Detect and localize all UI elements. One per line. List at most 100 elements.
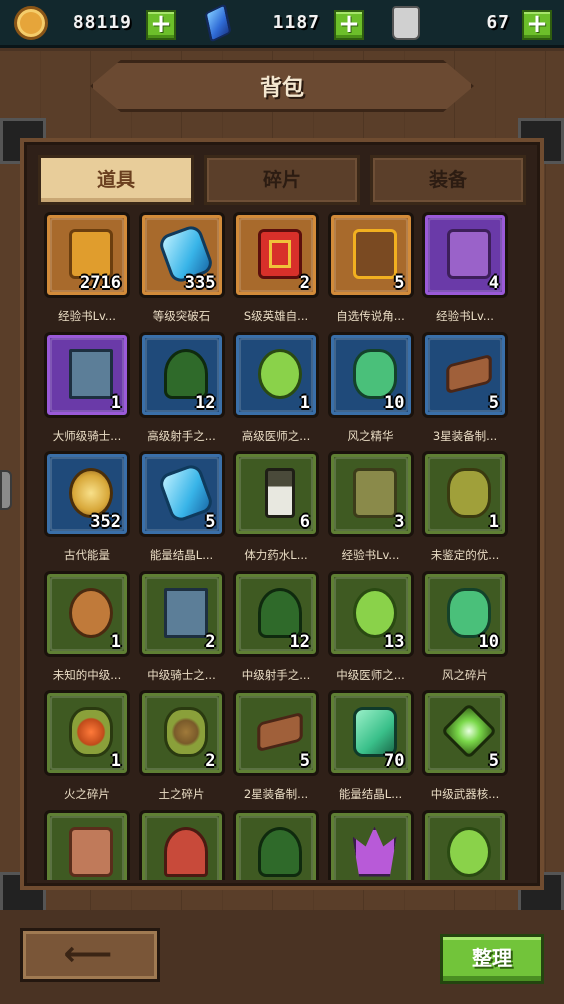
- item-card[interactable]: 5: [422, 331, 508, 418]
- pot-icon: [258, 348, 302, 399]
- item-card[interactable]: 12: [233, 570, 319, 657]
- item-card[interactable]: 5: [422, 690, 508, 776]
- inventory-item[interactable]: 1 未知的中级...: [40, 570, 134, 689]
- item-card[interactable]: 1: [44, 331, 130, 418]
- add-gold-button[interactable]: +: [146, 10, 176, 40]
- inventory-item[interactable]: 5 3星装备制...: [418, 331, 512, 450]
- item-card[interactable]: 2: [233, 212, 319, 298]
- sort-button[interactable]: 整理: [440, 934, 544, 984]
- inventory-item[interactable]: 2716 经验书Lv...: [40, 212, 134, 330]
- inventory-item[interactable]: 2 S级英雄自...: [229, 212, 323, 330]
- inventory-item[interactable]: 10 风之碎片: [418, 570, 512, 689]
- inventory-item[interactable]: 5 能量结晶L...: [135, 451, 229, 569]
- tab-items[interactable]: 道具: [38, 155, 194, 205]
- inventory-item[interactable]: 352 古代能量: [40, 451, 134, 569]
- item-card[interactable]: 1: [44, 570, 130, 657]
- inventory-item[interactable]: 335 等级突破石: [135, 212, 229, 330]
- gold-value: 88119: [72, 12, 132, 33]
- item-card[interactable]: 1: [233, 331, 319, 418]
- inventory-item[interactable]: 1 高级医师之...: [229, 331, 323, 450]
- item-count: 6: [299, 512, 310, 532]
- excl-icon: [352, 229, 397, 279]
- inventory-item[interactable]: 5 中级武器核...: [418, 690, 512, 808]
- item-count: 1: [110, 751, 121, 771]
- inventory-item[interactable]: 2 中级骑士之...: [135, 570, 229, 689]
- wind-icon: [352, 348, 397, 399]
- gemg-icon: [352, 707, 397, 757]
- item-card[interactable]: 335: [138, 212, 225, 298]
- inventory-item[interactable]: 1 未鉴定的优...: [418, 451, 512, 569]
- inventory-item[interactable]: 1 火之碎片: [40, 690, 134, 808]
- inventory-item[interactable]: 3 经验书Lv...: [324, 451, 418, 569]
- item-card[interactable]: 10: [422, 570, 508, 657]
- item-card[interactable]: 10: [327, 331, 414, 418]
- item-card[interactable]: [327, 809, 414, 880]
- inventory-item[interactable]: 1 大师级骑士...: [40, 331, 134, 450]
- item-card[interactable]: [44, 809, 130, 880]
- gift-icon: [258, 229, 302, 279]
- flask-icon: [265, 468, 295, 518]
- item-count: 10: [384, 392, 405, 413]
- item-name: 能量结晶L...: [338, 787, 403, 801]
- lotus-icon: [352, 826, 397, 877]
- item-name: 未鉴定的优...: [430, 548, 500, 562]
- item-count: 1: [299, 392, 310, 413]
- tab-equipment[interactable]: 装备: [370, 155, 526, 205]
- item-count: 12: [195, 392, 216, 413]
- inventory-item[interactable]: 12 高级射手之...: [135, 331, 229, 450]
- item-card[interactable]: 2716: [44, 212, 130, 298]
- inventory-item[interactable]: [40, 809, 134, 880]
- item-card[interactable]: [233, 809, 319, 880]
- fire-icon: [69, 707, 113, 757]
- item-card[interactable]: 5: [327, 212, 414, 298]
- inventory-item[interactable]: [418, 809, 512, 880]
- item-name: 风之碎片: [442, 667, 488, 682]
- item-count: 2: [205, 751, 216, 771]
- item-card[interactable]: 3: [327, 451, 414, 537]
- item-card[interactable]: 70: [327, 690, 414, 776]
- add-potion-button[interactable]: +: [522, 10, 552, 40]
- inventory-item[interactable]: 2 土之碎片: [135, 690, 229, 808]
- item-card[interactable]: [138, 809, 225, 880]
- item-card[interactable]: 2: [138, 570, 225, 657]
- item-count: 5: [394, 273, 405, 293]
- item-name: 中级骑士之...: [147, 667, 216, 682]
- item-card[interactable]: 1: [44, 690, 130, 776]
- item-card[interactable]: 5: [138, 451, 225, 537]
- item-card[interactable]: 12: [138, 331, 225, 418]
- item-card[interactable]: [422, 809, 508, 880]
- item-name: 中级医师之...: [336, 667, 405, 682]
- inventory-item[interactable]: [135, 809, 229, 880]
- tab-fragments[interactable]: 碎片: [204, 155, 360, 205]
- inventory-item[interactable]: [229, 809, 323, 880]
- item-card[interactable]: 2: [138, 690, 225, 776]
- add-gem-button[interactable]: +: [334, 10, 364, 40]
- item-name: 3星装备制...: [432, 428, 498, 443]
- inventory-item[interactable]: 6 体力药水L...: [229, 451, 323, 569]
- item-count: 3: [394, 512, 405, 532]
- item-count: 10: [478, 631, 499, 652]
- wind-icon: [447, 587, 491, 638]
- item-card[interactable]: 352: [44, 451, 130, 537]
- inventory-item[interactable]: 10 风之精华: [324, 331, 418, 450]
- item-count: 5: [299, 751, 310, 771]
- item-card[interactable]: 6: [233, 451, 319, 537]
- item-card[interactable]: 5: [233, 690, 319, 776]
- inventory-item[interactable]: 4 经验书Lv...: [418, 212, 512, 330]
- inventory-item[interactable]: 70 能量结晶L...: [324, 690, 418, 808]
- item-card[interactable]: 13: [327, 570, 414, 657]
- resource-bar: 88119 + 1187 + 67 +: [0, 0, 564, 48]
- item-card[interactable]: 4: [422, 212, 508, 298]
- item-name: 高级医师之...: [241, 428, 311, 443]
- bow-icon: [258, 826, 302, 877]
- inventory-item[interactable]: 5 自选传说角...: [324, 212, 418, 330]
- item-name: 经验书Lv...: [436, 309, 494, 323]
- item-name: 自选传说角...: [336, 309, 405, 323]
- plank-icon: [446, 353, 492, 394]
- item-count: 335: [184, 273, 216, 293]
- inventory-item[interactable]: 5 2星装备制...: [229, 690, 323, 808]
- inventory-item[interactable]: [324, 809, 418, 880]
- inventory-item[interactable]: 12 中级射手之...: [229, 570, 323, 689]
- inventory-item[interactable]: 13 中级医师之...: [324, 570, 418, 689]
- item-card[interactable]: 1: [422, 451, 508, 537]
